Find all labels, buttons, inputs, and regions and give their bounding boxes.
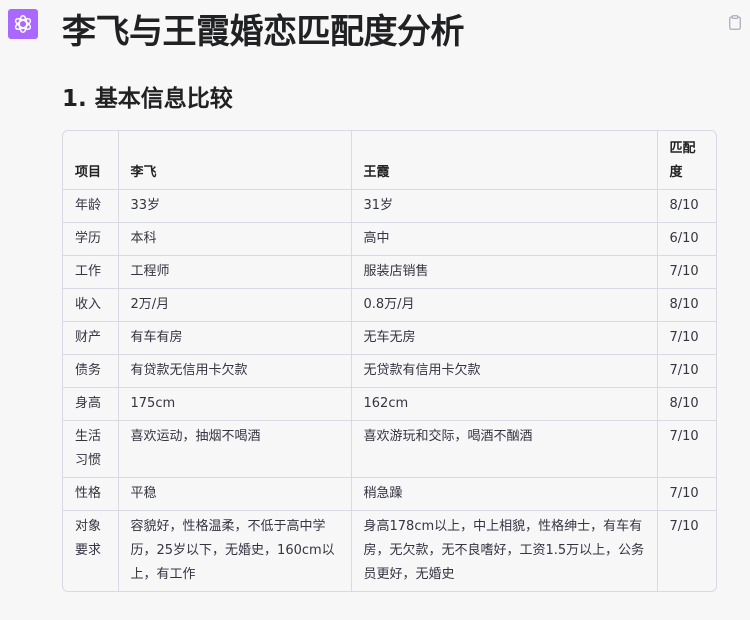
match-score-cell: 7/10 <box>669 519 699 534</box>
match-score-cell: 8/10 <box>657 189 716 223</box>
table-row: 年龄 33岁 31岁 8/10 <box>63 189 716 223</box>
header-li-fei: 李飞 <box>118 131 352 190</box>
clipboard-icon <box>729 14 741 30</box>
match-score-cell: 7/10 <box>657 477 716 511</box>
row-item-cell: 身高 <box>63 387 119 421</box>
comparison-table-container: 项目 李飞 王霞 匹配度 年龄 33岁 31岁 8/10 学历 本科 高中 6/10 工作 工程师… <box>62 130 717 592</box>
row-item-cell: 生活习惯 <box>63 420 119 478</box>
row-item-cell: 学历 <box>63 222 119 256</box>
li-fei-cell: 有车有房 <box>118 321 352 355</box>
wang-xia-cell: 服装店销售 <box>351 255 658 289</box>
header-match-score: 匹配度 <box>657 131 716 190</box>
li-fei-cell: 平稳 <box>118 477 352 511</box>
match-score-cell: 7/10 <box>657 354 716 388</box>
table-row: 生活习惯 喜欢运动，抽烟不喝酒 喜欢游玩和交际，喝酒不酗酒 7/10 <box>63 420 716 478</box>
row-item-cell: 收入 <box>63 288 119 322</box>
wang-xia-cell: 162cm <box>351 387 658 421</box>
row-item-cell: 工作 <box>63 255 119 289</box>
row-item-cell: 对象要求 <box>63 510 119 591</box>
page-title: 李飞与王霞婚恋匹配度分析 <box>62 12 465 52</box>
li-fei-cell: 喜欢运动，抽烟不喝酒 <box>118 420 352 478</box>
table-row: 债务 有贷款无信用卡欠款 无贷款有信用卡欠款 7/10 <box>63 354 716 388</box>
wang-xia-cell: 身高178cm以上，中上相貌，性格绅士，有车有房，无欠款，无不良嗜好，工资1.5… <box>351 510 658 591</box>
wang-xia-cell: 无贷款有信用卡欠款 <box>351 354 658 388</box>
table-row: 性格 平稳 稍急躁 7/10 <box>63 477 716 511</box>
wang-xia-cell: 稍急躁 <box>351 477 658 511</box>
match-score-cell: 8/10 <box>657 288 716 322</box>
copy-button[interactable] <box>728 14 742 30</box>
li-fei-cell: 33岁 <box>118 189 352 223</box>
assistant-avatar <box>8 9 38 39</box>
row-item-cell: 年龄 <box>63 189 119 223</box>
li-fei-cell: 有贷款无信用卡欠款 <box>118 354 352 388</box>
table-row: 学历 本科 高中 6/10 <box>63 222 716 256</box>
wang-xia-cell: 0.8万/月 <box>351 288 658 322</box>
li-fei-cell: 容貌好，性格温柔，不低于高中学历，25岁以下，无婚史，160cm以上，有工作 <box>118 510 352 591</box>
row-item-cell: 性格 <box>63 477 119 511</box>
match-score-cell: 8/10 <box>657 387 716 421</box>
wang-xia-cell: 31岁 <box>351 189 658 223</box>
li-fei-cell: 175cm <box>118 387 352 421</box>
match-score-cell: 7/10 <box>657 420 716 478</box>
table-row: 财产 有车有房 无车无房 7/10 <box>63 321 716 355</box>
wang-xia-cell: 高中 <box>351 222 658 256</box>
table-body: 年龄 33岁 31岁 8/10 学历 本科 高中 6/10 工作 工程师 服装店销售 7/10 收入 2万… <box>63 189 716 591</box>
match-score-cell: 7/10 <box>657 255 716 289</box>
wang-xia-cell: 喜欢游玩和交际，喝酒不酗酒 <box>351 420 658 478</box>
openai-logo-icon <box>14 15 32 33</box>
li-fei-cell: 本科 <box>118 222 352 256</box>
header-wang-xia: 王霞 <box>351 131 658 190</box>
header-item: 项目 <box>63 131 119 190</box>
wang-xia-cell: 无车无房 <box>351 321 658 355</box>
row-item-cell: 财产 <box>63 321 119 355</box>
table-row: 工作 工程师 服装店销售 7/10 <box>63 255 716 289</box>
table-row: 对象要求 容貌好，性格温柔，不低于高中学历，25岁以下，无婚史，160cm以上，有… <box>63 510 716 591</box>
li-fei-cell: 工程师 <box>118 255 352 289</box>
table-row: 收入 2万/月 0.8万/月 8/10 <box>63 288 716 322</box>
table-header-row: 项目 李飞 王霞 匹配度 <box>63 131 716 190</box>
row-item-cell: 债务 <box>63 354 119 388</box>
li-fei-cell: 2万/月 <box>118 288 352 322</box>
section-heading: 1. 基本信息比较 <box>62 86 233 112</box>
match-score-cell: 7/10 <box>657 321 716 355</box>
comparison-table: 项目 李飞 王霞 匹配度 年龄 33岁 31岁 8/10 学历 本科 高中 6/10 工作 工程师… <box>63 131 716 591</box>
match-score-cell: 6/10 <box>657 222 716 256</box>
table-row: 身高 175cm 162cm 8/10 <box>63 387 716 421</box>
